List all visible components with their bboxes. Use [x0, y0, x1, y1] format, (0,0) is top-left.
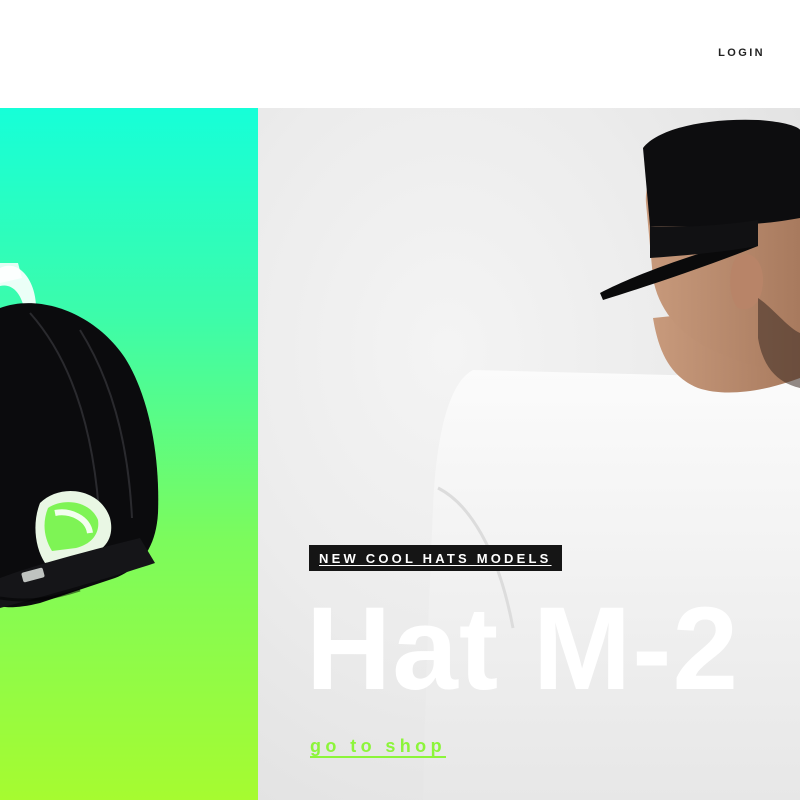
cap-product-image — [0, 263, 159, 608]
promo-gradient-panel — [0, 108, 258, 800]
new-models-tag: NEW COOL HATS MODELS — [309, 545, 562, 571]
login-link[interactable]: LOGIN — [718, 47, 765, 59]
landing-page: LOGIN NEW COOL HATS MODELS Hat M-2 go to… — [0, 0, 800, 800]
hero-title: Hat M-2 — [306, 583, 740, 715]
hero-section: NEW COOL HATS MODELS Hat M-2 go to shop — [258, 108, 800, 800]
site-header: LOGIN — [0, 0, 800, 108]
go-to-shop-link[interactable]: go to shop — [310, 736, 446, 757]
